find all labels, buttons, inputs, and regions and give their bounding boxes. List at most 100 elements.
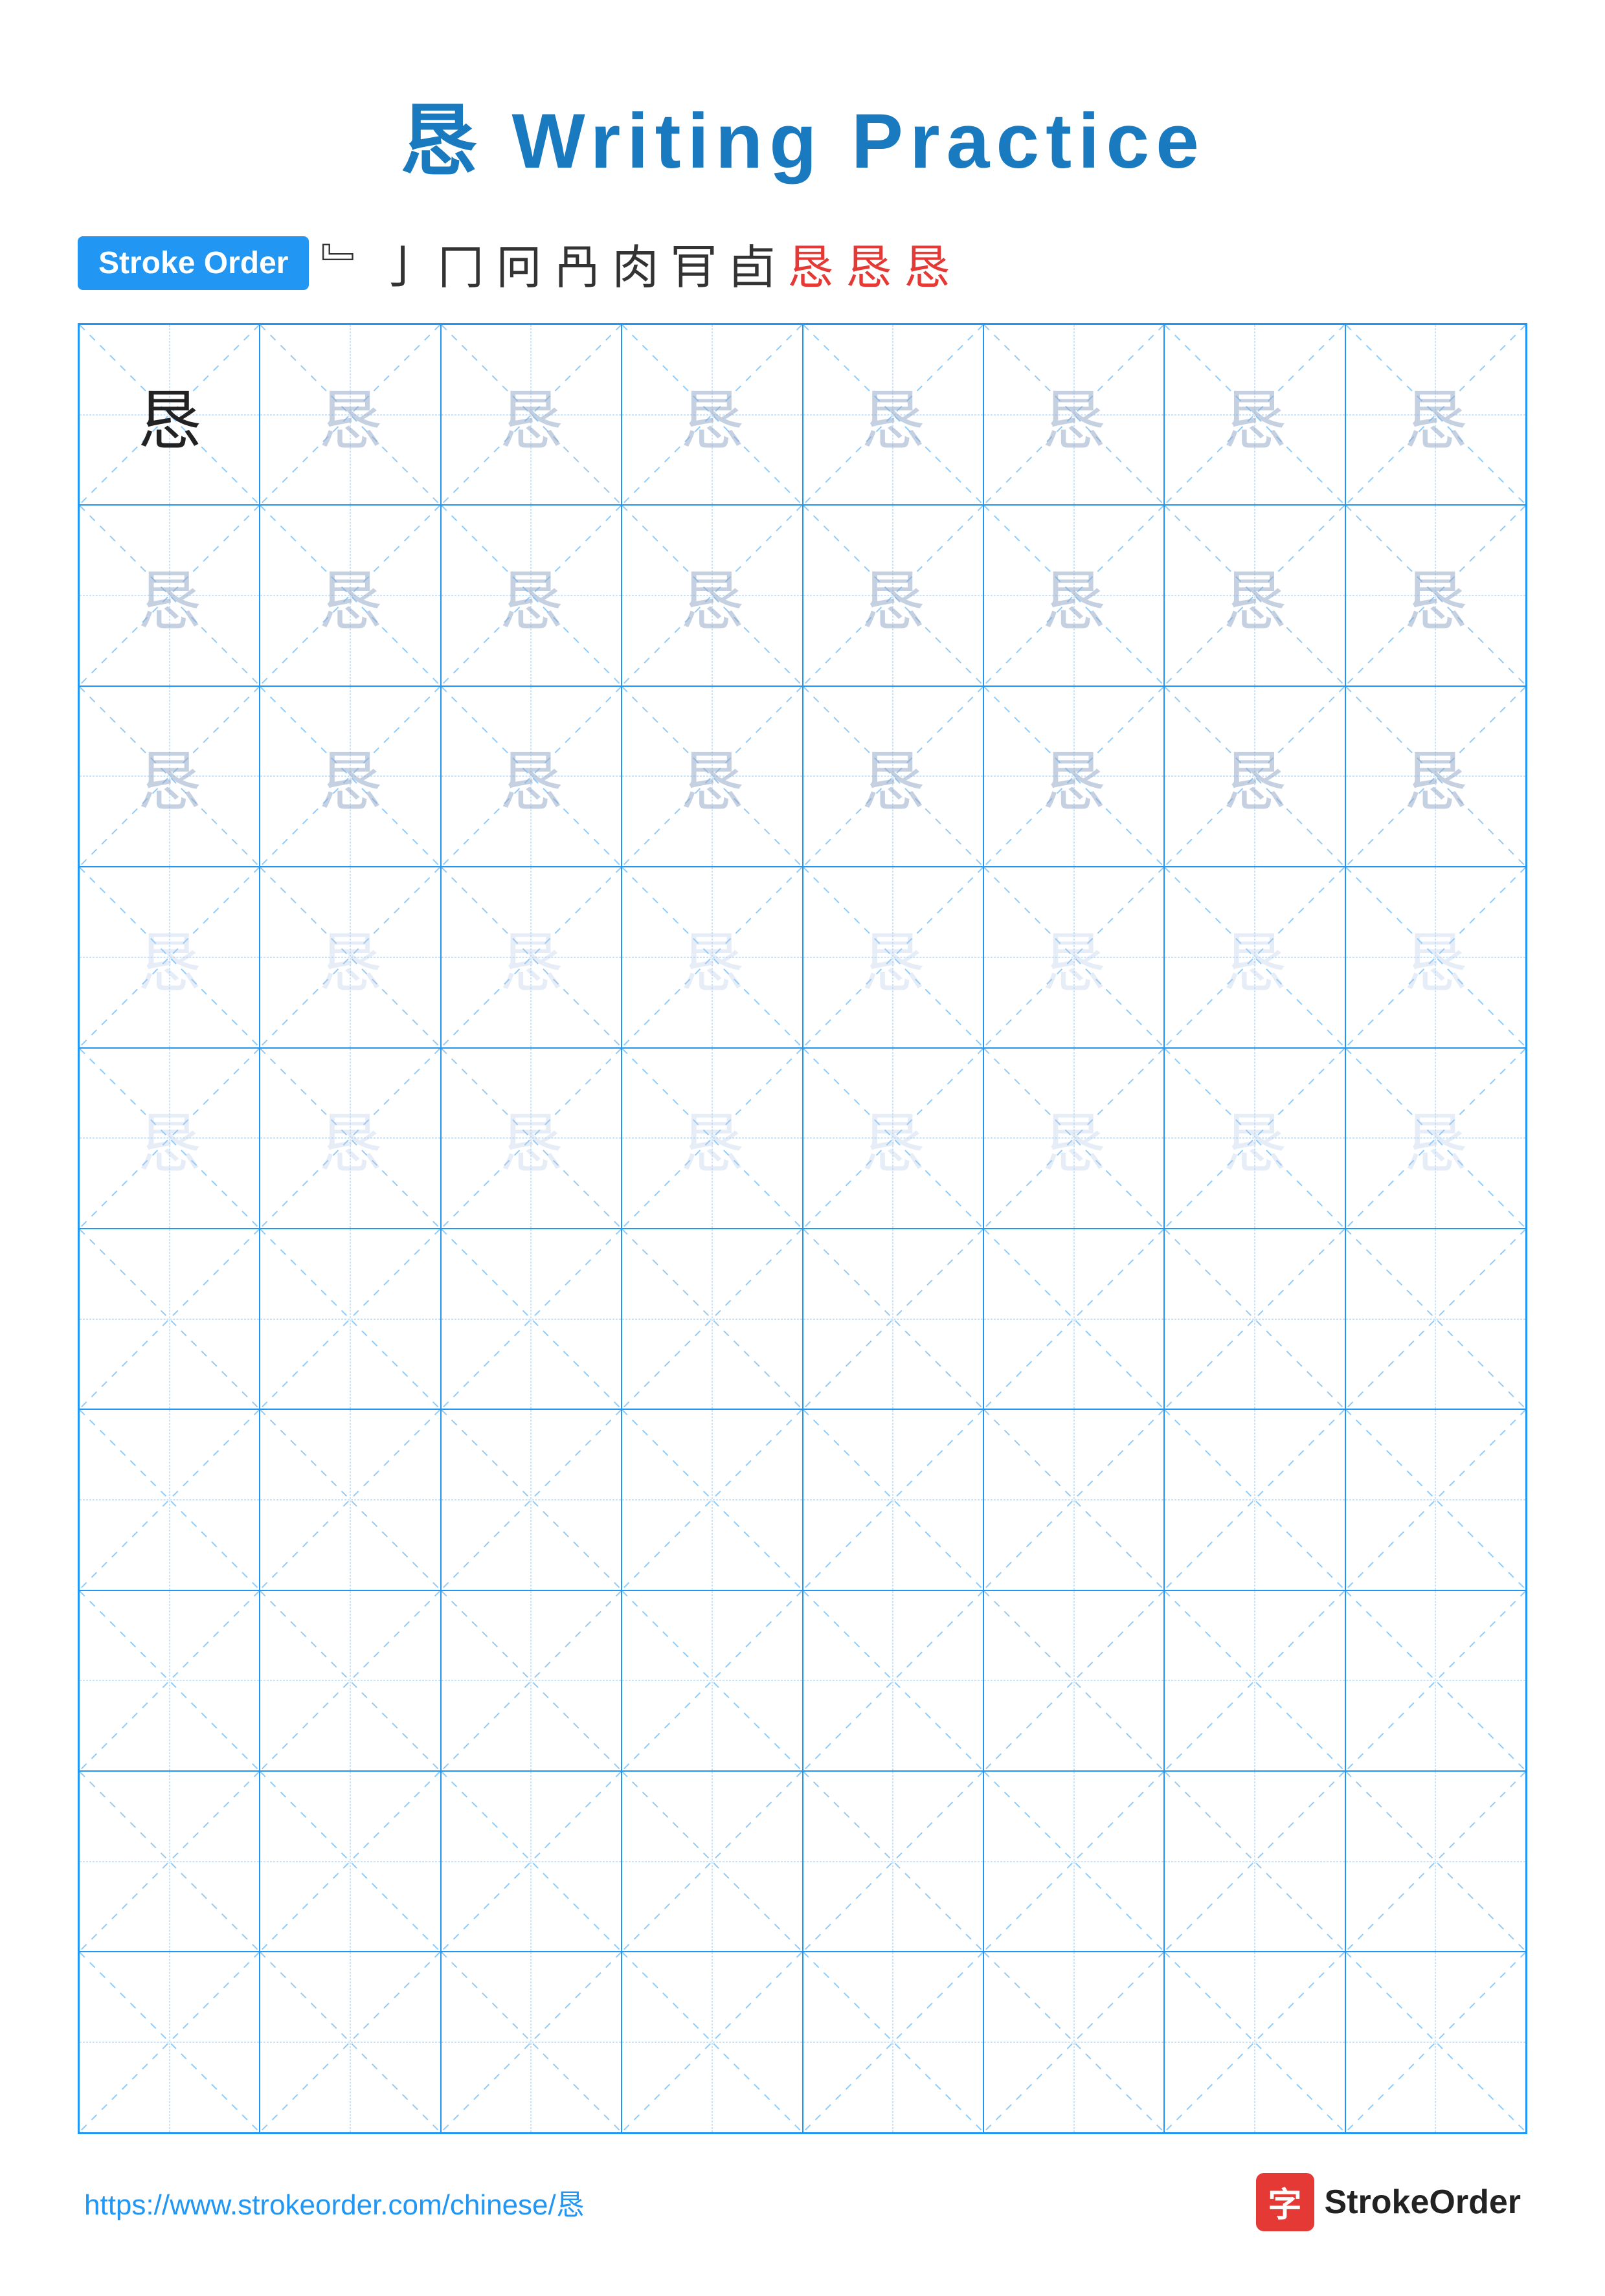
cell-r4c8[interactable]: 恳 xyxy=(1345,867,1526,1047)
cell-r1c7[interactable]: 恳 xyxy=(1164,324,1345,505)
cell-r2c1[interactable]: 恳 xyxy=(79,505,260,685)
cell-r9c5[interactable] xyxy=(803,1771,983,1952)
cell-r3c4[interactable]: 恳 xyxy=(622,686,802,867)
cell-r6c8[interactable] xyxy=(1345,1229,1526,1409)
cell-r8c3[interactable] xyxy=(441,1590,622,1771)
cell-r2c8[interactable]: 恳 xyxy=(1345,505,1526,685)
cell-r9c1[interactable] xyxy=(79,1771,260,1952)
cell-r3c8[interactable]: 恳 xyxy=(1345,686,1526,867)
cell-r1c4[interactable]: 恳 xyxy=(622,324,802,505)
cell-r4c7[interactable]: 恳 xyxy=(1164,867,1345,1047)
cell-r7c4[interactable] xyxy=(622,1409,802,1590)
char-display: 恳 xyxy=(680,1091,745,1185)
cell-r6c1[interactable] xyxy=(79,1229,260,1409)
diag-lines xyxy=(260,325,440,504)
page: 恳 Writing Practice Stroke Order ﹄ 亅 冂 冋 … xyxy=(0,0,1605,2296)
cell-r6c7[interactable] xyxy=(1164,1229,1345,1409)
cell-r3c6[interactable]: 恳 xyxy=(983,686,1164,867)
cell-r7c1[interactable] xyxy=(79,1409,260,1590)
cell-r3c1[interactable]: 恳 xyxy=(79,686,260,867)
cell-r7c5[interactable] xyxy=(803,1409,983,1590)
cell-r7c8[interactable] xyxy=(1345,1409,1526,1590)
cell-r8c5[interactable] xyxy=(803,1590,983,1771)
cell-r2c3[interactable]: 恳 xyxy=(441,505,622,685)
cell-r1c3[interactable]: 恳 xyxy=(441,324,622,505)
stroke-4: 冋 xyxy=(495,229,542,297)
cell-r4c4[interactable]: 恳 xyxy=(622,867,802,1047)
cell-r5c3[interactable]: 恳 xyxy=(441,1048,622,1229)
cell-r3c2[interactable]: 恳 xyxy=(260,686,440,867)
cell-r7c7[interactable] xyxy=(1164,1409,1345,1590)
cell-r2c5[interactable]: 恳 xyxy=(803,505,983,685)
cell-r8c7[interactable] xyxy=(1164,1590,1345,1771)
cell-r9c4[interactable] xyxy=(622,1771,802,1952)
cell-r1c5[interactable]: 恳 xyxy=(803,324,983,505)
cell-r5c8[interactable]: 恳 xyxy=(1345,1048,1526,1229)
cell-r5c1[interactable]: 恳 xyxy=(79,1048,260,1229)
char-display: 恳 xyxy=(1042,549,1106,643)
char-display: 恳 xyxy=(1042,368,1106,462)
cell-r10c3[interactable] xyxy=(441,1952,622,2132)
stroke-5: 冎 xyxy=(554,229,601,297)
char-display: 恳 xyxy=(499,730,563,823)
cell-r5c7[interactable]: 恳 xyxy=(1164,1048,1345,1229)
cell-r2c7[interactable]: 恳 xyxy=(1164,505,1345,685)
cell-r6c3[interactable] xyxy=(441,1229,622,1409)
cell-r1c2[interactable]: 恳 xyxy=(260,324,440,505)
page-title: 恳 Writing Practice xyxy=(399,78,1206,190)
cell-r10c7[interactable] xyxy=(1164,1952,1345,2132)
cell-r1c8[interactable]: 恳 xyxy=(1345,324,1526,505)
diag-lines xyxy=(80,325,259,504)
cell-r5c5[interactable]: 恳 xyxy=(803,1048,983,1229)
cell-r9c7[interactable] xyxy=(1164,1771,1345,1952)
cell-r7c2[interactable] xyxy=(260,1409,440,1590)
cell-r8c1[interactable] xyxy=(79,1590,260,1771)
cell-r3c7[interactable]: 恳 xyxy=(1164,686,1345,867)
cell-r4c5[interactable]: 恳 xyxy=(803,867,983,1047)
cell-r5c6[interactable]: 恳 xyxy=(983,1048,1164,1229)
cell-r5c4[interactable]: 恳 xyxy=(622,1048,802,1229)
cell-r10c4[interactable] xyxy=(622,1952,802,2132)
cell-r10c8[interactable] xyxy=(1345,1952,1526,2132)
cell-r9c8[interactable] xyxy=(1345,1771,1526,1952)
cell-r1c1[interactable]: 恳 xyxy=(79,324,260,505)
cell-r10c5[interactable] xyxy=(803,1952,983,2132)
cell-r8c6[interactable] xyxy=(983,1590,1164,1771)
cell-r4c1[interactable]: 恳 xyxy=(79,867,260,1047)
cell-r9c6[interactable] xyxy=(983,1771,1164,1952)
char-display: 恳 xyxy=(1042,730,1106,823)
char-display: 恳 xyxy=(318,910,383,1004)
cell-r4c6[interactable]: 恳 xyxy=(983,867,1164,1047)
cell-r6c2[interactable] xyxy=(260,1229,440,1409)
cell-r7c3[interactable] xyxy=(441,1409,622,1590)
cell-r5c2[interactable]: 恳 xyxy=(260,1048,440,1229)
cell-r10c6[interactable] xyxy=(983,1952,1164,2132)
practice-grid[interactable]: 恳 恳 恳 恳 恳 恳 恳 恳 xyxy=(78,323,1527,2134)
char-display: 恳 xyxy=(680,549,745,643)
cell-r1c6[interactable]: 恳 xyxy=(983,324,1164,505)
cell-r9c3[interactable] xyxy=(441,1771,622,1952)
cell-r6c5[interactable] xyxy=(803,1229,983,1409)
char-display: 恳 xyxy=(318,549,383,643)
char-display: 恳 xyxy=(680,910,745,1004)
cell-r6c6[interactable] xyxy=(983,1229,1164,1409)
stroke-6: 肉 xyxy=(612,229,659,297)
cell-r8c2[interactable] xyxy=(260,1590,440,1771)
cell-r9c2[interactable] xyxy=(260,1771,440,1952)
cell-r3c3[interactable]: 恳 xyxy=(441,686,622,867)
cell-r3c5[interactable]: 恳 xyxy=(803,686,983,867)
cell-r7c6[interactable] xyxy=(983,1409,1164,1590)
cell-r2c2[interactable]: 恳 xyxy=(260,505,440,685)
cell-r4c3[interactable]: 恳 xyxy=(441,867,622,1047)
stroke-1: ﹄ xyxy=(320,229,367,297)
stroke-order-badge: Stroke Order xyxy=(78,236,309,290)
cell-r6c4[interactable] xyxy=(622,1229,802,1409)
cell-r4c2[interactable]: 恳 xyxy=(260,867,440,1047)
footer-url-link[interactable]: https://www.strokeorder.com/chinese/恳 xyxy=(84,2181,585,2223)
cell-r2c6[interactable]: 恳 xyxy=(983,505,1164,685)
cell-r8c8[interactable] xyxy=(1345,1590,1526,1771)
cell-r10c1[interactable] xyxy=(79,1952,260,2132)
cell-r8c4[interactable] xyxy=(622,1590,802,1771)
cell-r2c4[interactable]: 恳 xyxy=(622,505,802,685)
cell-r10c2[interactable] xyxy=(260,1952,440,2132)
